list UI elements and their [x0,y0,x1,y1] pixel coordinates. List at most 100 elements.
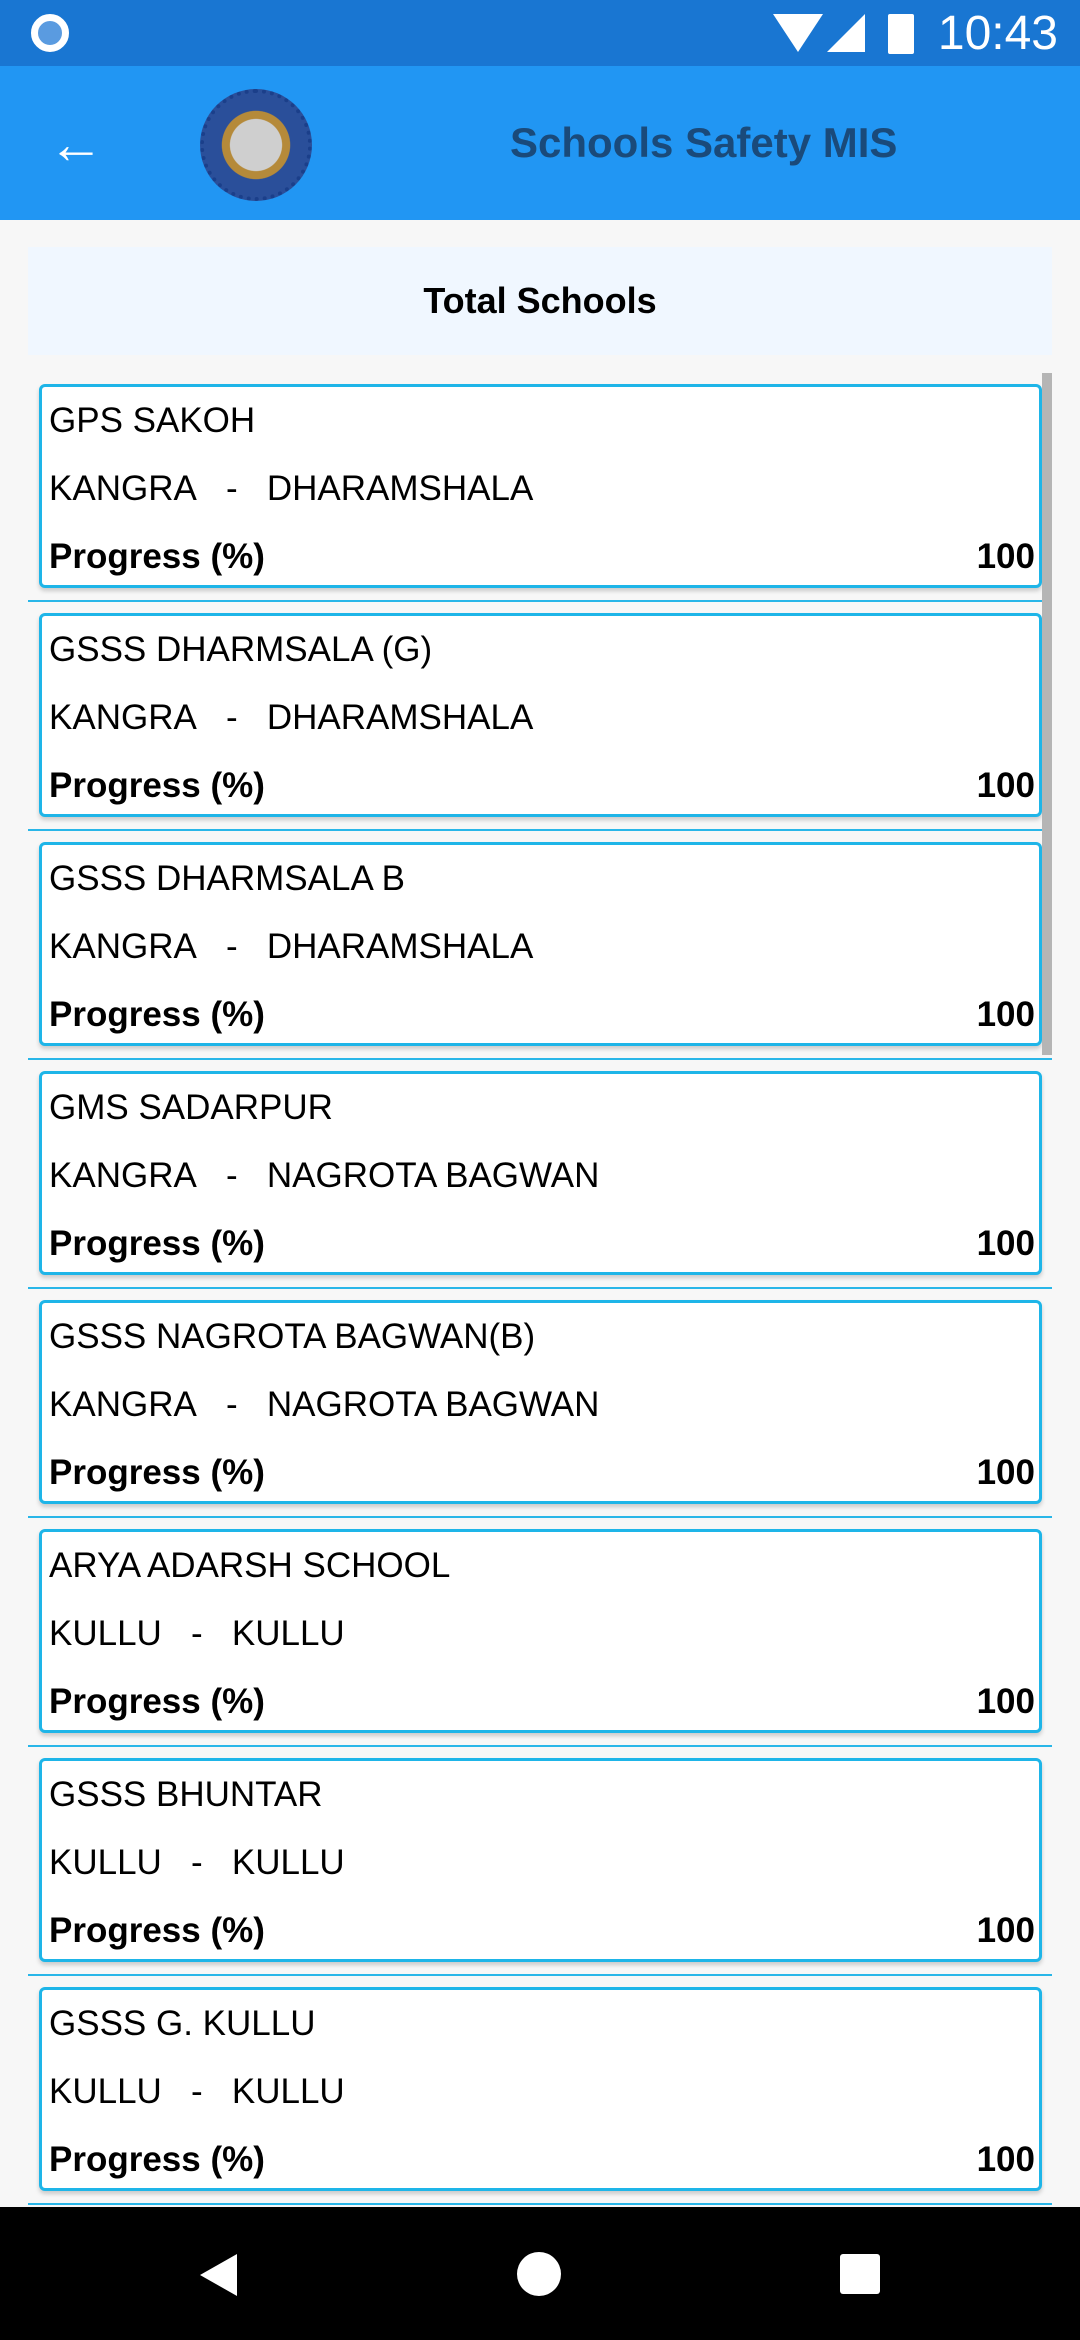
home-nav-icon[interactable] [517,2252,561,2296]
separator [238,698,267,738]
list-item[interactable]: GSSS DHARMSALA (G) KANGRA - DHARAMSHALA … [28,602,1052,831]
separator [197,469,226,509]
school-name: GMS SADARPUR [49,1088,333,1127]
progress-row: Progress (%) 100 [49,523,1035,591]
school-name-row: ARYA ADARSH SCHOOL [49,1532,1035,1600]
school-name: GSSS G. KULLU [49,2004,316,2043]
progress-value: 100 [976,1911,1035,1950]
scrollbar[interactable] [1042,373,1052,1055]
separator-dash: - [226,1156,238,1195]
school-name-row: GMS SADARPUR [49,1074,1035,1142]
separator [238,1385,267,1425]
location-row: KANGRA - NAGROTA BAGWAN [49,1142,1035,1210]
location-row: KULLU - KULLU [49,2058,1035,2126]
list-item[interactable]: GPS SAKOH KANGRA - DHARAMSHALA Progress … [28,373,1052,602]
list-item[interactable]: GSSS G. KULLU KULLU - KULLU Progress (%)… [28,1976,1052,2205]
school-name-row: GSSS G. KULLU [49,1990,1035,2058]
progress-row: Progress (%) 100 [49,752,1035,820]
list-item[interactable]: GSSS DHARMSALA B KANGRA - DHARAMSHALA Pr… [28,831,1052,1060]
separator [203,2072,232,2112]
school-card[interactable]: ARYA ADARSH SCHOOL KULLU - KULLU Progres… [39,1529,1042,1733]
school-name-row: GSSS NAGROTA BAGWAN(B) [49,1303,1035,1371]
progress-row: Progress (%) 100 [49,1897,1035,1965]
block: NAGROTA BAGWAN [266,1385,600,1424]
separator [197,1385,226,1425]
navigation-bar [0,2207,1080,2340]
hpsdma-logo [200,89,312,201]
location-row: KANGRA - DHARAMSHALA [49,684,1035,752]
school-card[interactable]: GSSS G. KULLU KULLU - KULLU Progress (%)… [39,1987,1042,2191]
school-name-row: GSSS DHARMSALA (G) [49,616,1035,684]
progress-row: Progress (%) 100 [49,1210,1035,1278]
location-row: KULLU - KULLU [49,1600,1035,1668]
separator [197,1156,226,1196]
school-card[interactable]: GPS SAKOH KANGRA - DHARAMSHALA Progress … [39,384,1042,588]
progress-label: Progress (%) [49,1682,265,1721]
progress-label: Progress (%) [49,1453,265,1492]
district: KANGRA [49,1385,197,1424]
progress-row: Progress (%) 100 [49,981,1035,1049]
school-name-row: GSSS BHUNTAR [49,1761,1035,1829]
separator [238,1156,267,1196]
block: DHARAMSHALA [266,698,534,737]
school-name: ARYA ADARSH SCHOOL [49,1546,451,1585]
progress-row: Progress (%) 100 [49,2126,1035,2194]
separator-dash: - [226,469,238,508]
separator-dash: - [191,1843,203,1882]
district: KANGRA [49,1156,197,1195]
separator [197,698,226,738]
signal-icon [827,14,865,52]
progress-value: 100 [976,537,1035,576]
school-name: GSSS DHARMSALA B [49,859,405,898]
separator [238,469,267,509]
school-card[interactable]: GMS SADARPUR KANGRA - NAGROTA BAGWAN Pro… [39,1071,1042,1275]
progress-value: 100 [976,2140,1035,2179]
back-nav-icon[interactable] [200,2254,237,2296]
progress-label: Progress (%) [49,1911,265,1950]
status-bar: 10:43 [0,0,1080,66]
recents-nav-icon[interactable] [840,2254,880,2294]
district: KULLU [49,1843,162,1882]
school-card[interactable]: GSSS DHARMSALA (G) KANGRA - DHARAMSHALA … [39,613,1042,817]
list-item[interactable]: GSSS NAGROTA BAGWAN(B) KANGRA - NAGROTA … [28,1289,1052,1518]
location-row: KANGRA - DHARAMSHALA [49,455,1035,523]
progress-row: Progress (%) 100 [49,1439,1035,1507]
back-arrow-icon[interactable]: ← [48,116,104,172]
progress-value: 100 [976,1453,1035,1492]
separator-dash: - [226,1385,238,1424]
progress-value: 100 [976,1682,1035,1721]
list-item[interactable]: ARYA ADARSH SCHOOL KULLU - KULLU Progres… [28,1518,1052,1747]
list-item[interactable]: GSSS BHUNTAR KULLU - KULLU Progress (%) 1… [28,1747,1052,1976]
separator [203,1614,232,1654]
block: DHARAMSHALA [266,469,534,508]
school-card[interactable]: GSSS NAGROTA BAGWAN(B) KANGRA - NAGROTA … [39,1300,1042,1504]
schools-list: GPS SAKOH KANGRA - DHARAMSHALA Progress … [28,373,1052,2207]
progress-label: Progress (%) [49,995,265,1034]
block: KULLU [231,1614,345,1653]
progress-label: Progress (%) [49,2140,265,2179]
progress-value: 100 [976,766,1035,805]
school-card[interactable]: GSSS DHARMSALA B KANGRA - DHARAMSHALA Pr… [39,842,1042,1046]
progress-label: Progress (%) [49,537,265,576]
separator [197,927,226,967]
location-row: KANGRA - DHARAMSHALA [49,913,1035,981]
battery-icon [888,14,914,54]
block: KULLU [231,2072,345,2111]
school-name: GPS SAKOH [49,401,256,440]
separator-dash: - [191,1614,203,1653]
app-bar: ← Schools Safety MIS [0,66,1080,220]
clock: 10:43 [937,7,1058,60]
separator-dash: - [226,927,238,966]
school-name: GSSS BHUNTAR [49,1775,323,1814]
wifi-icon [773,14,823,52]
separator [203,1843,232,1883]
list-item[interactable]: GMS SADARPUR KANGRA - NAGROTA BAGWAN Pro… [28,1060,1052,1289]
district: KANGRA [49,927,197,966]
location-row: KULLU - KULLU [49,1829,1035,1897]
block: KULLU [231,1843,345,1882]
school-card[interactable]: GSSS BHUNTAR KULLU - KULLU Progress (%) 1… [39,1758,1042,1962]
block: NAGROTA BAGWAN [266,1156,600,1195]
school-name-row: GPS SAKOH [49,387,1035,455]
progress-row: Progress (%) 100 [49,1668,1035,1736]
school-name: GSSS NAGROTA BAGWAN(B) [49,1317,536,1356]
